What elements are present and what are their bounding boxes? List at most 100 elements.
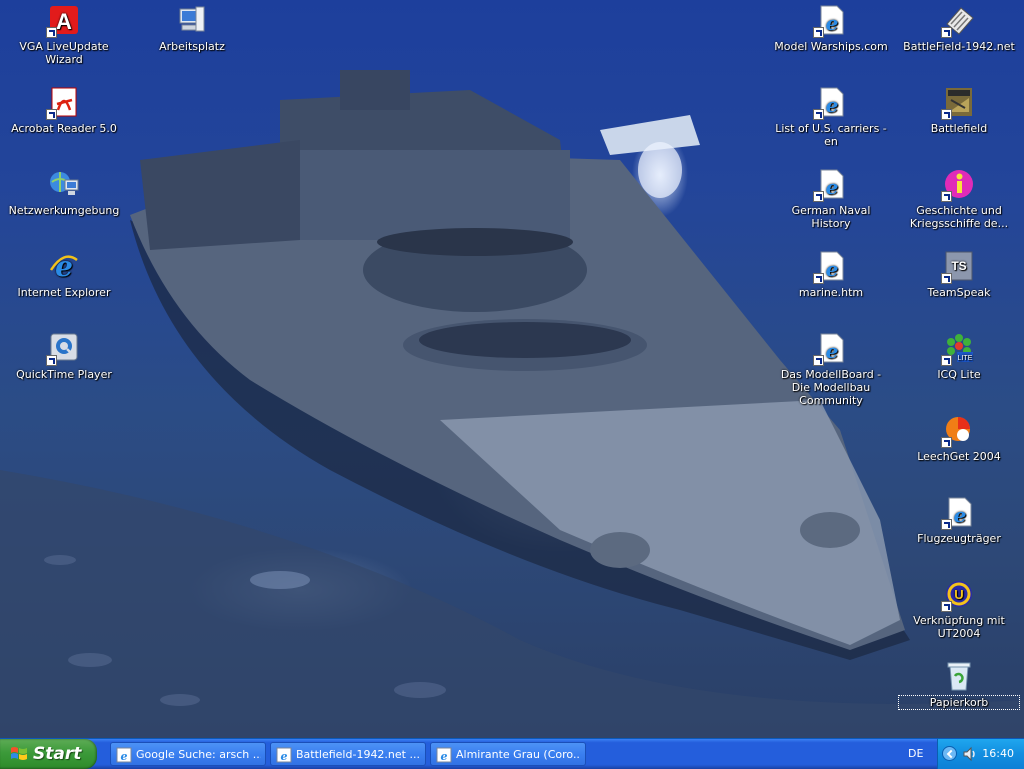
icon-label: German Naval History bbox=[791, 204, 871, 230]
desktop-icon-german-naval-history[interactable]: e German Naval History bbox=[771, 168, 891, 230]
leechget-icon bbox=[941, 414, 975, 448]
icon-label: Netzwerkumgebung bbox=[8, 204, 120, 217]
desktop-icon-flugzeugtraeger[interactable]: e Flugzeugträger bbox=[899, 496, 1019, 545]
desktop-icon-ut2004[interactable]: U Verknüpfung mit UT2004 bbox=[899, 578, 1019, 640]
shortcut-arrow-icon bbox=[941, 109, 952, 120]
desktop-icon-model-warships[interactable]: e Model Warships.com bbox=[771, 4, 891, 53]
network-icon bbox=[48, 168, 80, 200]
start-label: Start bbox=[33, 744, 82, 764]
icq-icon: LITE bbox=[941, 332, 975, 366]
show-hidden-icons-chevron-icon[interactable] bbox=[942, 746, 957, 761]
svg-text:e: e bbox=[281, 750, 288, 763]
shortcut-arrow-icon bbox=[813, 273, 824, 284]
ie-link-icon: e bbox=[813, 332, 847, 366]
svg-text:e: e bbox=[826, 257, 839, 281]
svg-text:e: e bbox=[826, 93, 839, 117]
start-button[interactable]: Start bbox=[0, 739, 97, 769]
taskbar-button-battlefield-1942[interactable]: e Battlefield-1942.net ... bbox=[270, 742, 426, 766]
icon-label: List of U.S. carriers - en bbox=[775, 122, 887, 148]
taskbar: Start e Google Suche: arsch ... e Battle… bbox=[0, 738, 1024, 769]
ie-icon: e bbox=[436, 747, 452, 763]
teamspeak-icon: TS bbox=[941, 250, 975, 284]
shortcut-arrow-icon bbox=[813, 109, 824, 120]
svg-text:A: A bbox=[56, 9, 72, 34]
icon-label: marine.htm bbox=[798, 286, 864, 299]
svg-text:LITE: LITE bbox=[958, 355, 973, 362]
icon-label: Arbeitsplatz bbox=[159, 40, 225, 53]
clock[interactable]: 16:40 bbox=[982, 739, 1014, 769]
volume-icon[interactable] bbox=[962, 746, 978, 762]
shortcut-arrow-icon bbox=[46, 109, 57, 120]
ie-icon: e bbox=[116, 747, 132, 763]
shortcut-arrow-icon bbox=[46, 355, 57, 366]
task-label: Battlefield-1942.net ... bbox=[296, 748, 420, 761]
icon-label: LeechGet 2004 bbox=[917, 450, 1001, 463]
desktop-icon-teamspeak[interactable]: TS TeamSpeak bbox=[899, 250, 1019, 299]
shortcut-arrow-icon bbox=[941, 437, 952, 448]
taskbar-button-google-suche[interactable]: e Google Suche: arsch ... bbox=[110, 742, 266, 766]
system-tray: 16:40 bbox=[937, 739, 1024, 769]
desktop-icon-us-carriers[interactable]: e List of U.S. carriers - en bbox=[771, 86, 891, 148]
ie-link-icon: e bbox=[813, 86, 847, 120]
desktop-icon-geschichte-kriegsschiffe[interactable]: Geschichte und Kriegsschiffe de... bbox=[899, 168, 1019, 230]
recycle-bin-icon bbox=[943, 660, 975, 692]
ie-document-icon: e bbox=[941, 496, 975, 530]
shortcut-arrow-icon bbox=[46, 27, 57, 38]
svg-text:e: e bbox=[954, 503, 967, 527]
icon-label: Verknüpfung mit UT2004 bbox=[913, 614, 1005, 640]
icon-label: QuickTime Player bbox=[16, 368, 112, 381]
desktop-icon-papierkorb[interactable]: Papierkorb bbox=[898, 660, 1020, 710]
icon-label: TeamSpeak bbox=[927, 286, 991, 299]
quicktime-icon bbox=[46, 332, 80, 366]
icon-label: Das ModellBoard - Die Modellbau Communit… bbox=[780, 368, 882, 407]
shortcut-arrow-icon bbox=[813, 27, 824, 38]
svg-text:e: e bbox=[826, 11, 839, 35]
shortcut-arrow-icon bbox=[941, 273, 952, 284]
desktop-icon-vga-liveupdate[interactable]: A VGA LiveUpdate Wizard bbox=[4, 4, 124, 66]
task-label: Google Suche: arsch ... bbox=[136, 748, 261, 761]
desktop[interactable]: A VGA LiveUpdate Wizard Arbeitsplatz Acr… bbox=[0, 0, 1024, 738]
desktop-icon-arbeitsplatz[interactable]: Arbeitsplatz bbox=[132, 4, 252, 53]
shortcut-arrow-icon bbox=[941, 601, 952, 612]
desktop-icon-battlefield[interactable]: Battlefield bbox=[899, 86, 1019, 135]
icon-label: Flugzeugträger bbox=[917, 532, 1001, 545]
vga-liveupdate-icon: A bbox=[46, 4, 80, 38]
desktop-icon-quicktime[interactable]: QuickTime Player bbox=[4, 332, 124, 381]
ie-link-icon: e bbox=[813, 4, 847, 38]
windows-flag-icon bbox=[11, 747, 27, 760]
shortcut-arrow-icon bbox=[941, 519, 952, 530]
icon-label: Internet Explorer bbox=[17, 286, 111, 299]
desktop-icon-icq-lite[interactable]: LITE ICQ Lite bbox=[899, 332, 1019, 381]
ie-link-icon: e bbox=[813, 250, 847, 284]
desktop-icon-marine-htm[interactable]: e marine.htm bbox=[771, 250, 891, 299]
info-icon bbox=[941, 168, 975, 202]
svg-text:e: e bbox=[826, 339, 839, 363]
svg-text:e: e bbox=[55, 250, 73, 282]
desktop-icon-modellboard[interactable]: e Das ModellBoard - Die Modellbau Commun… bbox=[771, 332, 891, 407]
shortcut-arrow-icon bbox=[941, 27, 952, 38]
desktop-icon-leechget[interactable]: LeechGet 2004 bbox=[899, 414, 1019, 463]
icon-label: Model Warships.com bbox=[774, 40, 888, 53]
ie-icon: e bbox=[276, 747, 292, 763]
svg-text:U: U bbox=[954, 587, 963, 602]
svg-text:e: e bbox=[826, 175, 839, 199]
svg-text:TS: TS bbox=[951, 259, 966, 273]
shortcut-arrow-icon bbox=[941, 191, 952, 202]
desktop-icon-netzwerkumgebung[interactable]: Netzwerkumgebung bbox=[4, 168, 124, 217]
language-indicator[interactable]: DE bbox=[908, 739, 923, 769]
shortcut-arrow-icon bbox=[813, 191, 824, 202]
icon-label: ICQ Lite bbox=[937, 368, 981, 381]
task-label: Almirante Grau (Coro... bbox=[456, 748, 581, 761]
desktop-icon-battlefield-net[interactable]: BattleField-1942.net bbox=[899, 4, 1019, 53]
svg-text:e: e bbox=[441, 750, 448, 763]
desktop-icon-acrobat-reader[interactable]: Acrobat Reader 5.0 bbox=[4, 86, 124, 135]
icon-label: Battlefield bbox=[930, 122, 988, 135]
taskbar-button-almirante-grau[interactable]: e Almirante Grau (Coro... bbox=[430, 742, 586, 766]
ie-link-icon: e bbox=[813, 168, 847, 202]
svg-text:e: e bbox=[121, 750, 128, 763]
desktop-icon-internet-explorer[interactable]: e Internet Explorer bbox=[4, 250, 124, 299]
shortcut-arrow-icon bbox=[813, 355, 824, 366]
internet-explorer-icon: e bbox=[48, 250, 80, 282]
icon-label: Papierkorb bbox=[898, 695, 1020, 710]
icon-label: VGA LiveUpdate Wizard bbox=[19, 40, 109, 66]
